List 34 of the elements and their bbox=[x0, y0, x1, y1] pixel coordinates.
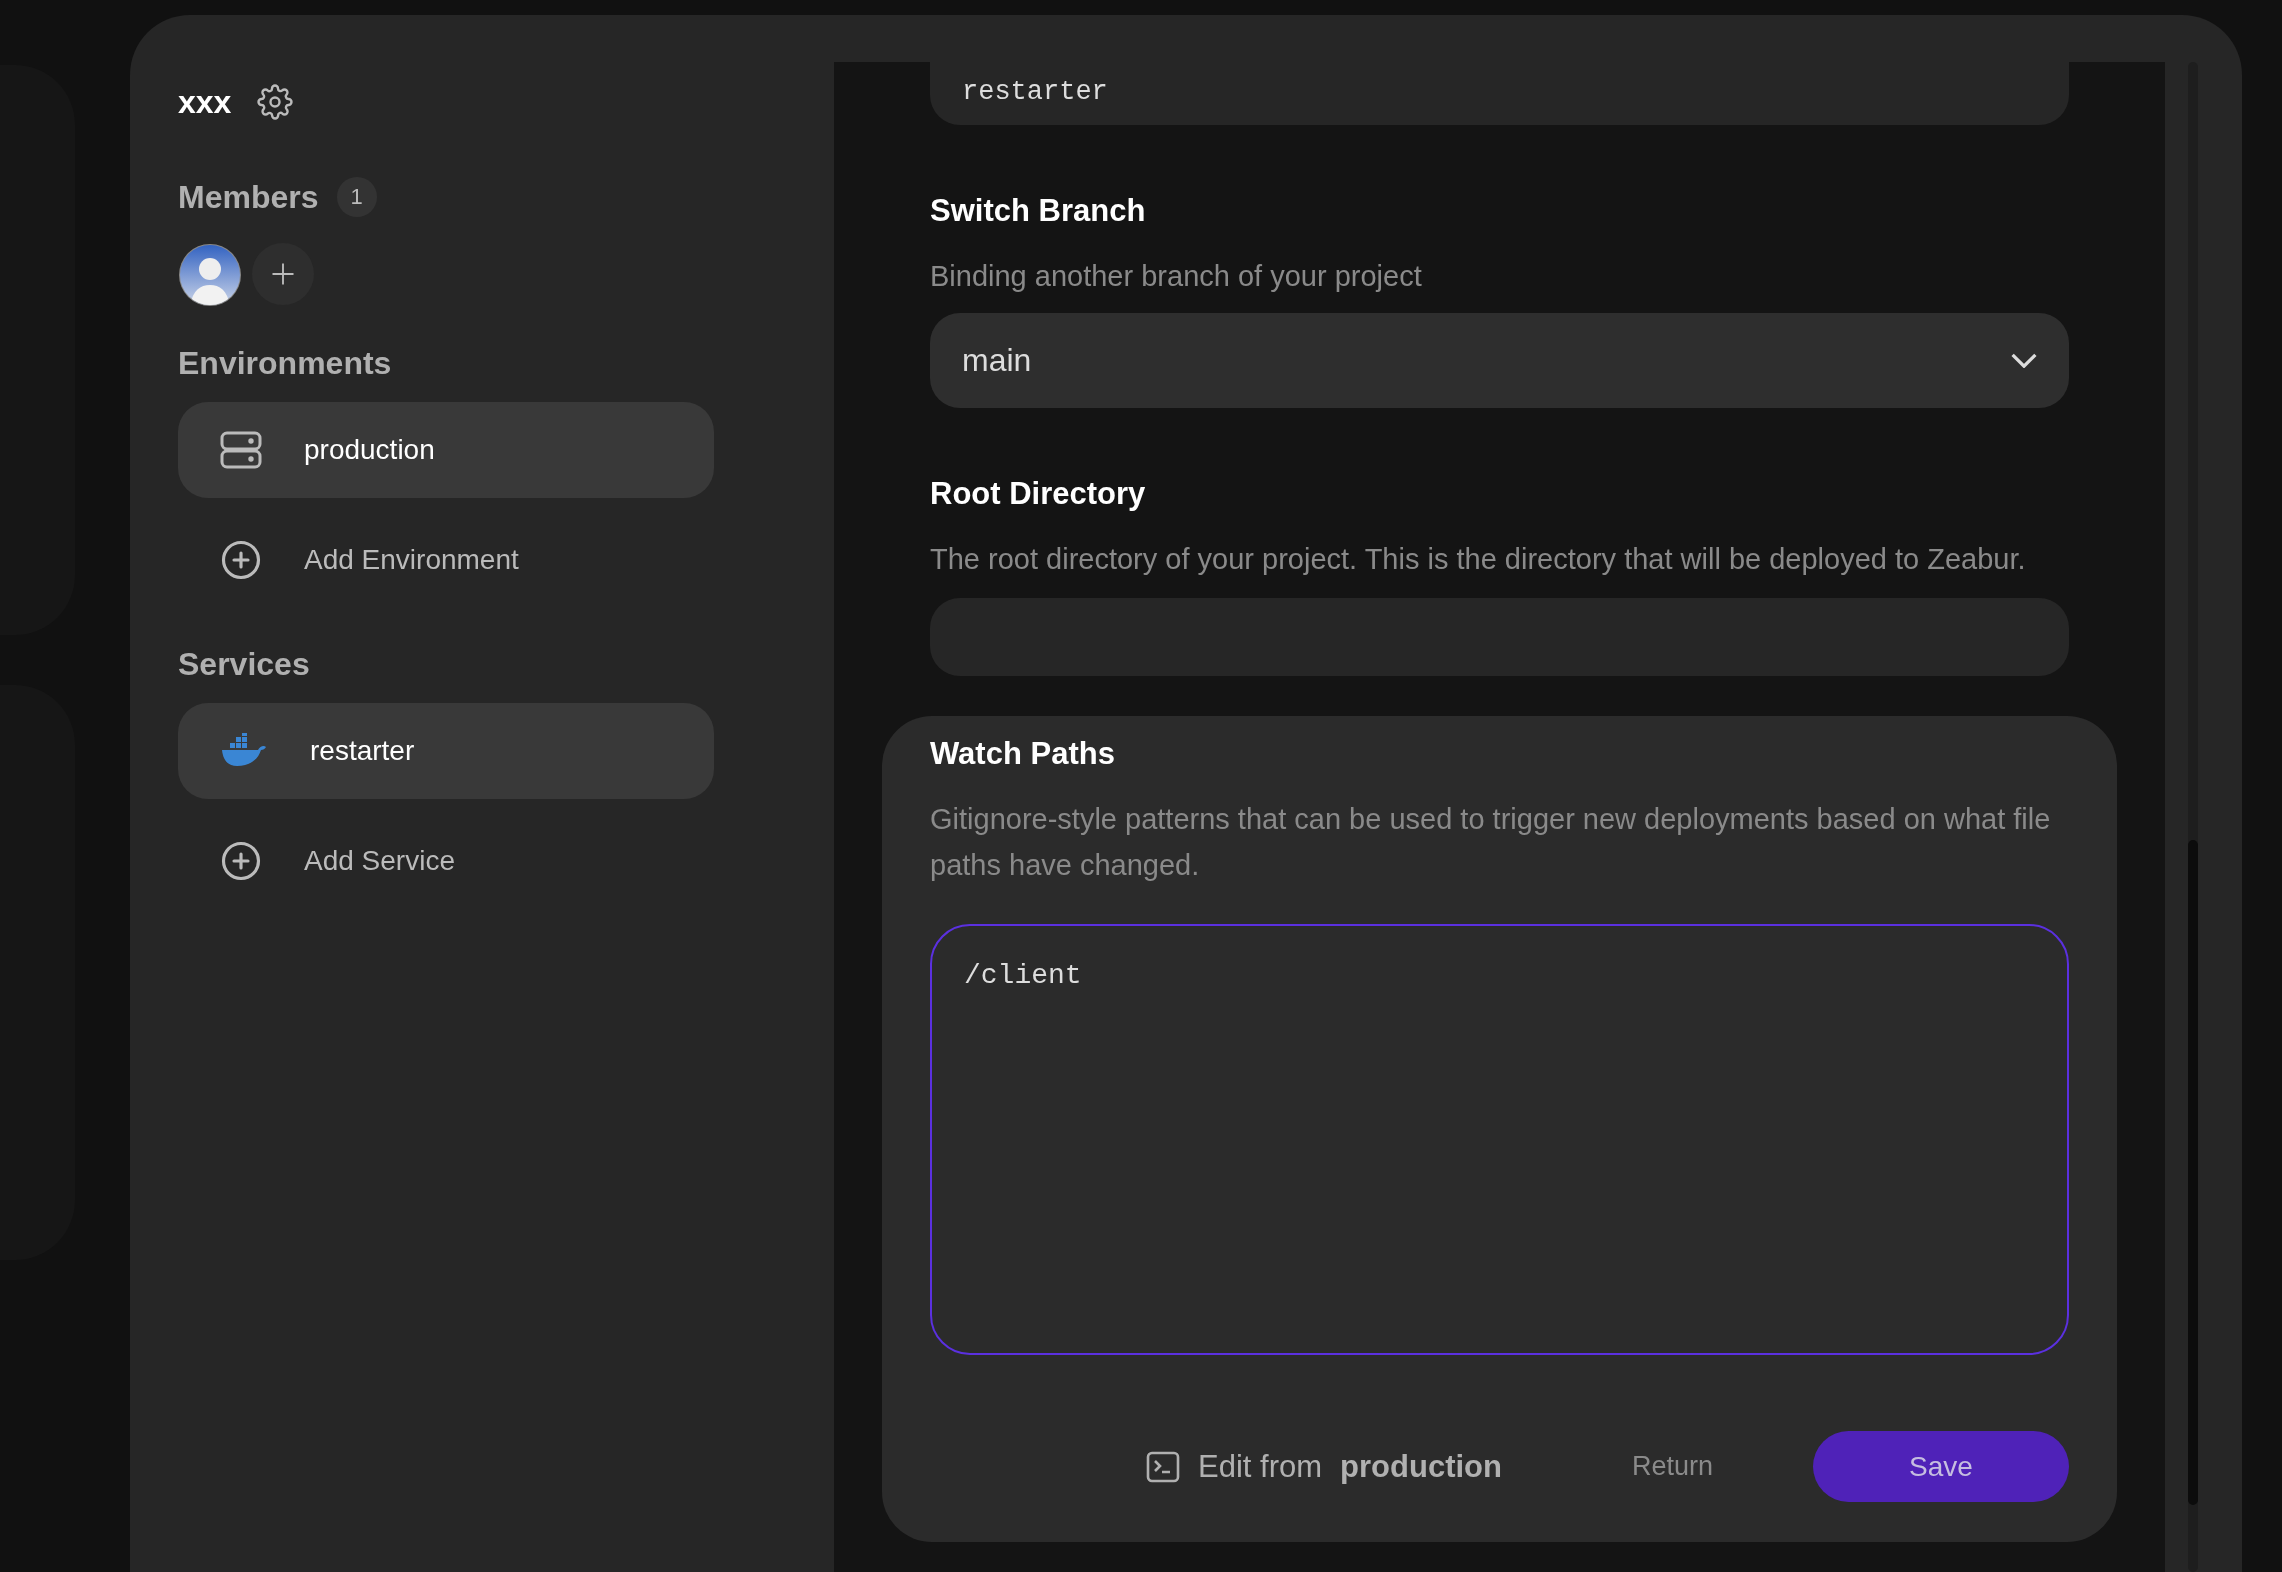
server-icon bbox=[220, 431, 262, 469]
environments-heading: Environments bbox=[178, 345, 393, 382]
services-heading: Services bbox=[178, 646, 311, 683]
settings-icon[interactable] bbox=[257, 84, 294, 120]
add-service-link[interactable]: Add Service bbox=[178, 813, 714, 909]
plus-circle-icon bbox=[220, 840, 262, 882]
whale-icon bbox=[220, 733, 268, 769]
scrollbar-thumb[interactable] bbox=[2188, 840, 2198, 1505]
chevron-down-icon bbox=[2011, 353, 2037, 368]
add-environment-label: Add Environment bbox=[304, 544, 519, 576]
save-button[interactable]: Save bbox=[1813, 1431, 2069, 1502]
section-title: Root Directory bbox=[930, 476, 1147, 512]
watch-paths-field[interactable]: /client bbox=[930, 924, 2069, 1355]
members-heading: Members bbox=[178, 178, 319, 216]
terminal-icon bbox=[1146, 1450, 1181, 1483]
plus-circle-icon bbox=[220, 539, 262, 581]
return-button[interactable]: Return bbox=[1631, 1451, 1713, 1482]
section-description: The root directory of your project. This is the directory that will be deployed to Zeabur. bbox=[930, 542, 2027, 577]
section-title: Watch Paths bbox=[930, 736, 1116, 772]
project-name: xxx bbox=[178, 83, 232, 121]
branch-select[interactable]: main bbox=[930, 313, 2069, 408]
environment-name: production bbox=[304, 434, 435, 466]
add-service-label: Add Service bbox=[304, 845, 455, 877]
edit-from-text: Edit from bbox=[1198, 1448, 1323, 1485]
section-description: Binding another branch of your project bbox=[930, 259, 1423, 294]
section-description: Gitignore-style patterns that can be used to trigger new deployments based on what file paths have changed. bbox=[930, 802, 2052, 883]
section-title: Switch Branch bbox=[930, 193, 1147, 229]
add-environment-link[interactable]: Add Environment bbox=[178, 512, 714, 608]
service-name-field[interactable]: restarter bbox=[930, 62, 2069, 125]
member-count: 1 bbox=[336, 177, 377, 217]
service-name: restarter bbox=[310, 735, 415, 767]
environment-item[interactable]: production bbox=[178, 402, 714, 498]
service-item[interactable]: restarter bbox=[178, 703, 714, 799]
environment-name: production bbox=[1340, 1448, 1502, 1485]
